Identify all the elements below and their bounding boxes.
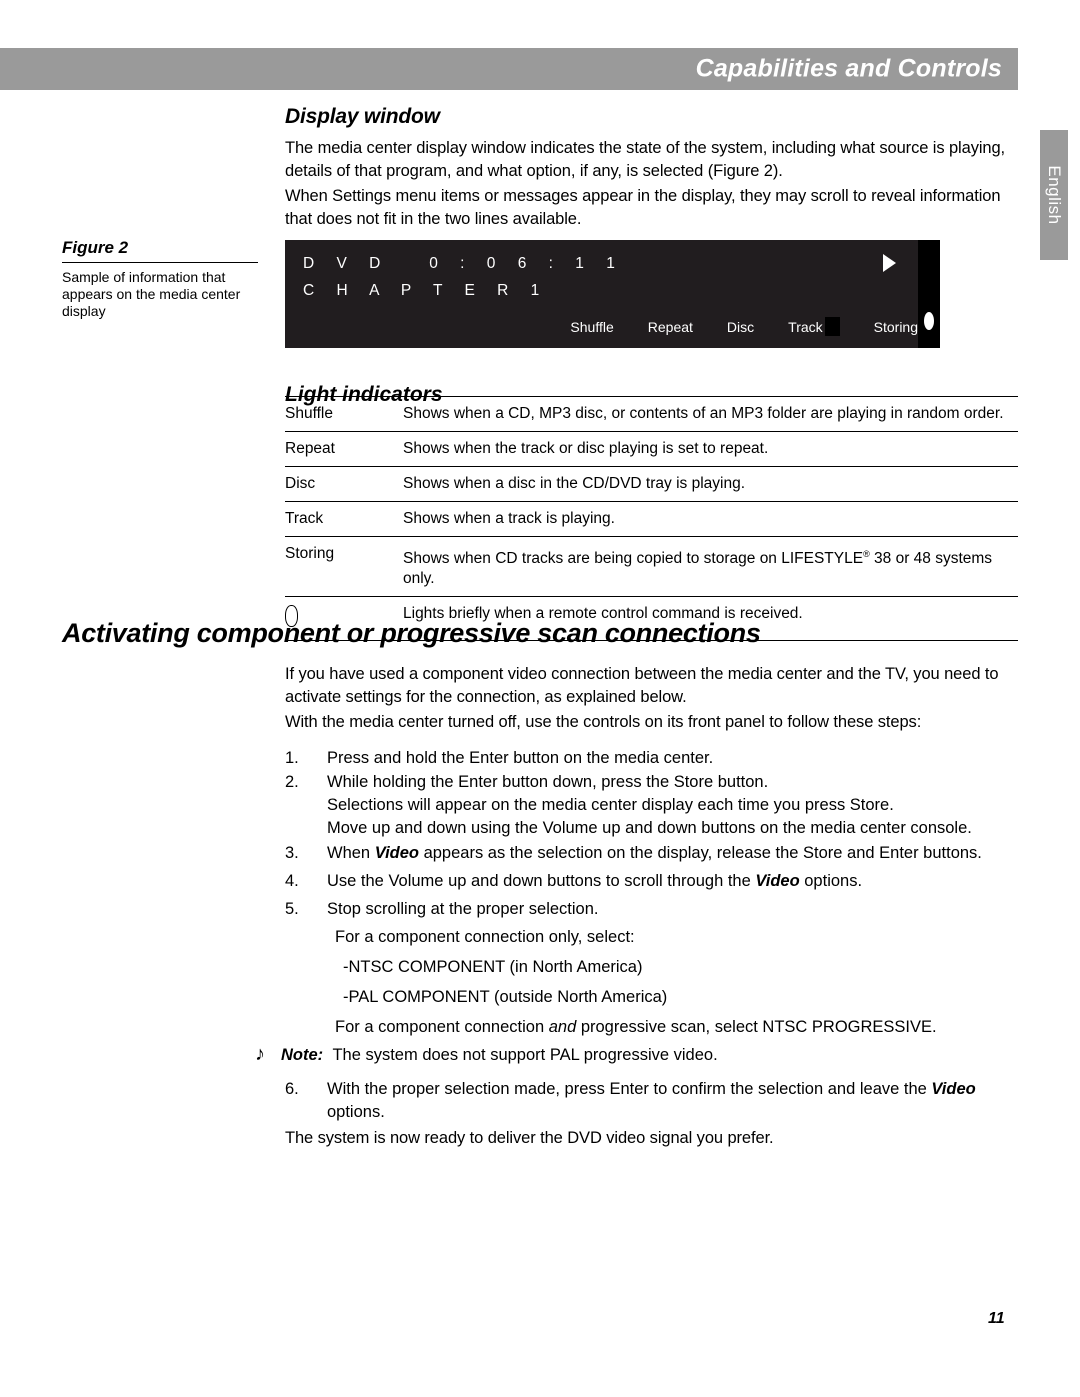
- progressive-post: progressive scan, select NTSC PROGRESSIV…: [576, 1018, 937, 1036]
- list-item: 4. Use the Volume up and down buttons to…: [285, 870, 1018, 893]
- display-window-paragraph-2: When Settings menu items or messages app…: [285, 185, 1018, 231]
- step-text-second-line: options.: [327, 1103, 385, 1121]
- figure-caption-block: Figure 2 Sample of information that appe…: [62, 238, 258, 320]
- step-text-post: appears as the selection on the display,…: [419, 844, 982, 862]
- indicator-description: Shows when a disc in the CD/DVD tray is …: [403, 466, 1018, 502]
- paragraph-text: With the media center turned off, use th…: [285, 713, 922, 731]
- display-window-title: Display window: [285, 105, 440, 128]
- indicator-name: Shuffle: [285, 396, 403, 432]
- sub-line-text: -NTSC COMPONENT (in North America): [343, 958, 643, 976]
- list-item: 2. While holding the Enter button down, …: [285, 771, 1018, 840]
- note-block: ♪ Note: The system does not support PAL …: [255, 1044, 1015, 1067]
- step-text-pre: Use the Volume up and down buttons to sc…: [327, 872, 756, 890]
- display-window-section: Display window: [285, 105, 1018, 129]
- page-title: Activating component or progressive scan…: [62, 618, 761, 648]
- closing-paragraph: The system is now ready to deliver the D…: [285, 1127, 1018, 1150]
- step-text-post: options.: [799, 872, 863, 890]
- step-number: 5.: [285, 900, 299, 918]
- display-indicator-row: Shuffle Repeat Disc Track Storing: [285, 317, 918, 336]
- note-text: The system does not support PAL progress…: [328, 1046, 718, 1064]
- list-item: 5. Stop scrolling at the proper selectio…: [285, 898, 1018, 921]
- page-number: 11: [988, 1310, 1005, 1327]
- display-indicator-storing: Storing: [873, 318, 918, 335]
- emphasis-video: Video: [755, 872, 800, 890]
- indicator-description: Shows when the track or disc playing is …: [403, 431, 1018, 467]
- progressive-pre: For a component connection: [335, 1018, 549, 1036]
- indicator-name: Track: [285, 501, 403, 537]
- language-tab-label: English: [1045, 165, 1064, 225]
- step-number: 2.: [285, 773, 299, 791]
- paragraph-text: The system is now ready to deliver the D…: [285, 1129, 774, 1147]
- display-indicator-shuffle: Shuffle: [570, 318, 614, 335]
- step-number: 1.: [285, 749, 299, 767]
- step-text: Press and hold the Enter button on the m…: [327, 749, 714, 767]
- table-row: Track Shows when a track is playing.: [285, 501, 1018, 537]
- step-number: 4.: [285, 872, 299, 890]
- table-row: Repeat Shows when the track or disc play…: [285, 431, 1018, 467]
- step-text: Use the Volume up and down buttons to sc…: [327, 870, 1018, 893]
- indicator-name: Disc: [285, 466, 403, 502]
- page-header-title: Capabilities and Controls: [695, 54, 1002, 83]
- step-text: Stop scrolling at the proper selection.: [327, 900, 599, 918]
- light-indicators-table: Shuffle Shows when a CD, MP3 disc, or co…: [285, 396, 1018, 642]
- step-extra-line: Selections will appear on the media cent…: [327, 796, 894, 814]
- figure-caption-text: Sample of information that appears on th…: [62, 269, 241, 319]
- sub-line-text: For a component connection only, select:: [335, 928, 635, 946]
- display-right-strip: [918, 240, 940, 348]
- table-row: Shuffle Shows when a CD, MP3 disc, or co…: [285, 396, 1018, 432]
- display-indicator-repeat: Repeat: [647, 318, 693, 335]
- step5-sub-line-2: -NTSC COMPONENT (in North America): [285, 956, 1018, 979]
- step-text: While holding the Enter button down, pre…: [327, 773, 769, 791]
- display-line-1: D V D 0 : 0 6 : 1 1: [303, 255, 624, 272]
- step5-sub-line-3: -PAL COMPONENT (outside North America): [285, 986, 1018, 1009]
- emphasis-and: and: [548, 1018, 577, 1036]
- indicator-description: Shows when a track is playing.: [403, 501, 1018, 537]
- indicator-description: Shows when a CD, MP3 disc, or contents o…: [403, 396, 1018, 432]
- paragraph-text: The media center display window indicate…: [285, 139, 1006, 180]
- note-label: Note:: [281, 1046, 324, 1064]
- list-item: 1. Press and hold the Enter button on th…: [285, 747, 1018, 770]
- indicator-name: Repeat: [285, 431, 403, 467]
- indicator-name: Storing: [285, 535, 403, 597]
- display-line-2: C H A P T E R 1: [303, 282, 549, 299]
- registered-mark: ®: [863, 549, 870, 559]
- display-window-paragraph-1: The media center display window indicate…: [285, 137, 1018, 183]
- indicator-description-part1: Shows when CD tracks are being copied to…: [403, 550, 864, 568]
- step-number: 6.: [285, 1080, 299, 1098]
- page-header-bar: Capabilities and Controls: [0, 48, 1018, 90]
- step-extra-line: Move up and down using the Volume up and…: [327, 819, 972, 837]
- paragraph-text: When Settings menu items or messages app…: [285, 187, 1001, 228]
- language-tab: English: [1040, 130, 1068, 260]
- emphasis-video: Video: [374, 844, 419, 862]
- step-number: 3.: [285, 844, 299, 862]
- step-text: When Video appears as the selection on t…: [327, 842, 1018, 865]
- figure-label: Figure 2: [62, 238, 129, 257]
- remote-oval-icon: [924, 312, 934, 330]
- paragraph-text: If you have used a component video conne…: [285, 665, 999, 706]
- step5-sub-line-1: For a component connection only, select:: [285, 926, 1018, 949]
- indicator-description: Shows when CD tracks are being copied to…: [403, 535, 1018, 597]
- figure-divider: [62, 262, 258, 263]
- display-indicator-disc: Disc: [726, 318, 755, 335]
- table-row: Storing Shows when CD tracks are being c…: [285, 535, 1018, 597]
- step-text-pre: With the proper selection made, press En…: [327, 1080, 932, 1098]
- display-indicator-track-label: Track: [788, 318, 823, 335]
- emphasis-video: Video: [931, 1080, 976, 1098]
- list-item: 3. When Video appears as the selection o…: [285, 842, 1018, 865]
- display-indicator-track: Track: [788, 317, 840, 336]
- play-arrow-icon: [883, 254, 896, 272]
- sub-line-text: -PAL COMPONENT (outside North America): [343, 988, 668, 1006]
- list-item: 6. With the proper selection made, press…: [285, 1078, 1018, 1124]
- activating-paragraph-2: With the media center turned off, use th…: [285, 711, 1018, 734]
- table-row: Disc Shows when a disc in the CD/DVD tra…: [285, 466, 1018, 502]
- activating-paragraph-1: If you have used a component video conne…: [285, 663, 1018, 709]
- media-center-display-graphic: D V D 0 : 0 6 : 1 1 C H A P T E R 1 Shuf…: [285, 240, 940, 348]
- progressive-scan-line: For a component connection and progressi…: [285, 1016, 1018, 1039]
- step-text-pre: When: [327, 844, 375, 862]
- display-track-cursor-block: [824, 317, 840, 336]
- music-note-icon: ♪: [255, 1043, 265, 1065]
